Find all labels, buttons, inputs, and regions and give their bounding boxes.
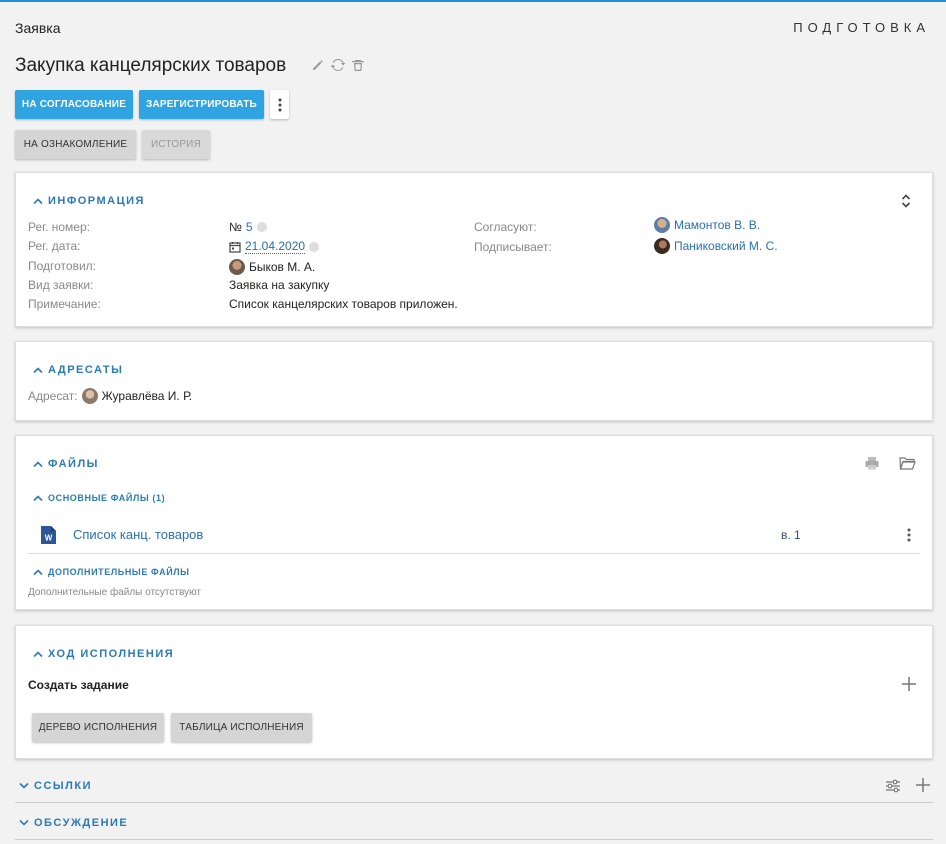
execution-section-header[interactable]: ХОД ИСПОЛНЕНИЯ xyxy=(33,648,174,660)
request-kind-value: Заявка на закупку xyxy=(229,278,330,292)
execution-card: ХОД ИСПОЛНЕНИЯ Создать задание ДЕРЕВО ИС… xyxy=(15,625,933,759)
avatar[interactable] xyxy=(654,217,670,233)
chevron-up-icon xyxy=(33,495,43,502)
expand-collapse-icon[interactable] xyxy=(901,193,911,209)
info-card: ИНФОРМАЦИЯ Рег. номер: № 5 Рег. дата: 21… xyxy=(15,172,933,327)
reg-number-label: Рег. номер: xyxy=(28,220,90,234)
clear-icon[interactable] xyxy=(256,222,267,232)
title-actions xyxy=(310,57,366,73)
page-title: Закупка канцелярских товаров xyxy=(15,55,287,76)
signer-name[interactable]: Паниковский М. С. xyxy=(674,239,778,253)
prepared-by-value: Быков М. А. xyxy=(229,259,315,275)
chevron-down-icon xyxy=(19,819,29,826)
number-sign: № xyxy=(229,220,242,234)
files-card: ФАЙЛЫ ОСНОВНЫЕ ФАЙЛЫ (1) W Список канц. … xyxy=(15,435,933,610)
avatar[interactable] xyxy=(654,238,670,254)
execution-table-button[interactable]: ТАБЛИЦА ИСПОЛНЕНИЯ xyxy=(171,713,312,742)
print-icon[interactable] xyxy=(864,455,880,471)
links-section-title: ССЫЛКИ xyxy=(34,780,92,792)
folder-open-icon[interactable] xyxy=(899,456,916,470)
recipient-name: Журавлёва И. Р. xyxy=(101,389,193,403)
file-version[interactable]: в. 1 xyxy=(781,528,801,542)
reg-date[interactable]: 21.04.2020 xyxy=(245,239,306,254)
note-value: Список канцелярских товаров приложен. xyxy=(229,297,458,311)
discussion-section: ОБСУЖДЕНИЕ xyxy=(15,804,933,840)
info-section-header[interactable]: ИНФОРМАЦИЯ xyxy=(33,195,145,207)
prepared-by-label: Подготовил: xyxy=(28,259,97,273)
history-button[interactable]: ИСТОРИЯ xyxy=(142,130,210,159)
top-progress-line xyxy=(0,0,946,2)
reg-number[interactable]: 5 xyxy=(246,220,253,234)
extra-files-header[interactable]: ДОПОЛНИТЕЛЬНЫЕ ФАЙЛЫ xyxy=(33,567,190,577)
calendar-icon[interactable] xyxy=(229,241,241,253)
chevron-up-icon xyxy=(33,569,43,576)
reg-number-value: № 5 xyxy=(229,220,267,234)
clear-icon[interactable] xyxy=(309,241,320,252)
chevron-down-icon xyxy=(19,782,29,789)
register-button[interactable]: ЗАРЕГИСТРИРОВАТЬ xyxy=(139,90,264,119)
note-label: Примечание: xyxy=(28,297,101,311)
chevron-up-icon xyxy=(33,461,43,468)
reg-date-label: Рег. дата: xyxy=(28,239,81,253)
create-task-label[interactable]: Создать задание xyxy=(28,678,129,692)
add-link-icon[interactable] xyxy=(916,778,930,792)
info-section-title: ИНФОРМАЦИЯ xyxy=(48,195,145,207)
main-files-title: ОСНОВНЫЕ ФАЙЛЫ (1) xyxy=(48,493,166,503)
extra-files-title: ДОПОЛНИТЕЛЬНЫЕ ФАЙЛЫ xyxy=(48,567,190,577)
links-section: ССЫЛКИ xyxy=(15,767,933,803)
send-for-approval-button[interactable]: НА СОГЛАСОВАНИЕ xyxy=(15,90,133,119)
file-menu-icon[interactable] xyxy=(907,528,911,542)
main-files-header[interactable]: ОСНОВНЫЕ ФАЙЛЫ (1) xyxy=(33,493,165,503)
trash-icon[interactable] xyxy=(350,57,366,73)
recipients-section-header[interactable]: АДРЕСАТЫ xyxy=(33,364,123,376)
more-actions-button[interactable] xyxy=(270,90,289,119)
approvers-value: Мамонтов В. В. xyxy=(654,217,760,233)
links-section-header[interactable]: ССЫЛКИ xyxy=(19,780,92,792)
filter-settings-icon[interactable] xyxy=(885,779,901,793)
discussion-section-title: ОБСУЖДЕНИЕ xyxy=(34,817,129,829)
avatar[interactable] xyxy=(229,259,245,275)
recipient-row: Адресат: Журавлёва И. Р. xyxy=(28,388,192,404)
refresh-icon[interactable] xyxy=(330,57,346,73)
execution-tree-button[interactable]: ДЕРЕВО ИСПОЛНЕНИЯ xyxy=(32,713,164,742)
file-divider xyxy=(28,553,920,554)
send-for-review-button[interactable]: НА ОЗНАКОМЛЕНИЕ xyxy=(15,130,136,159)
recipients-card: АДРЕСАТЫ Адресат: Журавлёва И. Р. xyxy=(15,341,933,421)
request-kind-label: Вид заявки: xyxy=(28,278,94,292)
files-section-header[interactable]: ФАЙЛЫ xyxy=(33,458,99,470)
extra-files-empty: Дополнительные файлы отсутствуют xyxy=(28,587,201,598)
files-section-title: ФАЙЛЫ xyxy=(48,458,99,470)
chevron-up-icon xyxy=(33,651,43,658)
approver-name[interactable]: Мамонтов В. В. xyxy=(674,218,760,232)
reg-date-value: 21.04.2020 xyxy=(229,239,320,254)
add-task-icon[interactable] xyxy=(902,677,916,691)
chevron-up-icon xyxy=(33,367,43,374)
signer-value: Паниковский М. С. xyxy=(654,238,778,254)
edit-icon[interactable] xyxy=(310,57,326,73)
prepared-by-name: Быков М. А. xyxy=(249,260,316,274)
approvers-label: Согласуют: xyxy=(474,220,537,234)
file-link[interactable]: Список канц. товаров xyxy=(73,527,203,542)
signer-label: Подписывает: xyxy=(474,240,552,254)
recipients-section-title: АДРЕСАТЫ xyxy=(48,364,124,376)
discussion-section-header[interactable]: ОБСУЖДЕНИЕ xyxy=(19,817,128,829)
recipient-label: Адресат: xyxy=(28,389,78,403)
avatar[interactable] xyxy=(81,388,98,404)
chevron-up-icon xyxy=(33,198,43,205)
execution-section-title: ХОД ИСПОЛНЕНИЯ xyxy=(48,648,175,660)
more-vert-icon xyxy=(278,98,281,111)
status-label: ПОДГОТОВКА xyxy=(793,20,930,35)
word-file-icon: W xyxy=(40,525,57,550)
svg-text:W: W xyxy=(45,534,53,543)
document-type: Заявка xyxy=(15,20,61,36)
